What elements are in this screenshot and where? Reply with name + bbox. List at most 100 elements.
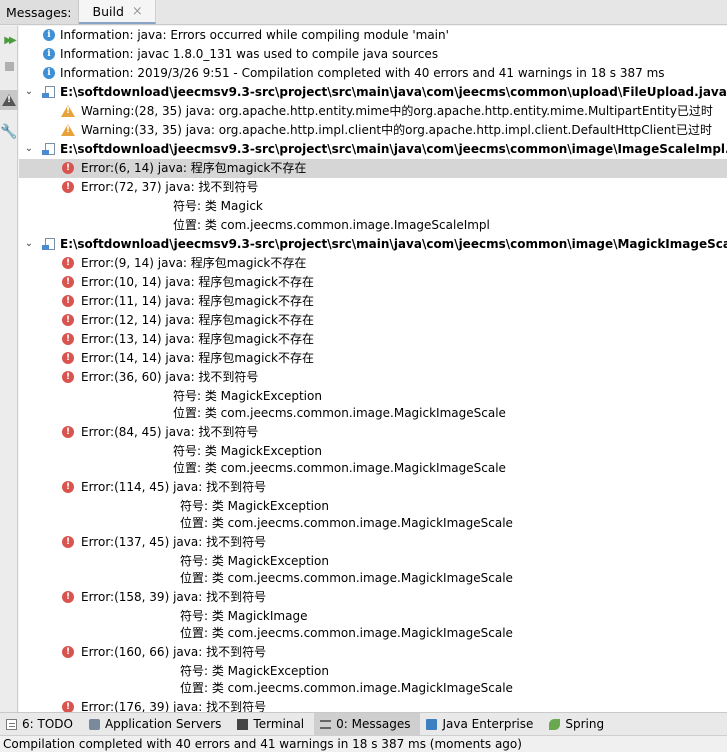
- error-message[interactable]: ! Error:(14, 14) java: 程序包magick不存在: [19, 349, 727, 368]
- message-text: Error:(158, 39) java: 找不到符号: [81, 590, 267, 604]
- message-text: Error:(36, 60) java: 找不到符号: [81, 370, 259, 384]
- error-message[interactable]: ! Error:(12, 14) java: 程序包magick不存在: [19, 311, 727, 330]
- error-message[interactable]: ! Error:(9, 14) java: 程序包magick不存在: [19, 254, 727, 273]
- messages-toolbar: ▶▶ 🔧: [0, 26, 18, 712]
- info-icon: i: [43, 48, 55, 60]
- message-text: 符号: 类 Magick: [173, 199, 263, 213]
- error-icon: !: [62, 481, 74, 493]
- error-detail[interactable]: 符号: 类 MagickException: [19, 497, 727, 514]
- stop-button[interactable]: [0, 56, 18, 76]
- error-message[interactable]: ! Error:(36, 60) java: 找不到符号: [19, 368, 727, 387]
- error-message[interactable]: ! Error:(137, 45) java: 找不到符号: [19, 533, 727, 552]
- error-message[interactable]: ! Error:(84, 45) java: 找不到符号: [19, 423, 727, 442]
- show-warnings-button[interactable]: [0, 90, 18, 110]
- error-message[interactable]: ! Error:(160, 66) java: 找不到符号: [19, 643, 727, 662]
- tab-build[interactable]: Build ×: [78, 0, 156, 24]
- info-icon: i: [43, 67, 55, 79]
- error-detail[interactable]: 位置: 类 com.jeecms.common.image.MagickImag…: [19, 459, 727, 476]
- warning-message[interactable]: Warning:(33, 35) java: org.apache.http.i…: [19, 121, 727, 140]
- tool-tab-todo[interactable]: 6: TODO: [0, 713, 83, 735]
- error-detail[interactable]: 位置: 类 com.jeecms.common.image.MagickImag…: [19, 624, 727, 641]
- error-icon: !: [62, 646, 74, 658]
- tool-tab-spring[interactable]: Spring: [543, 713, 614, 735]
- message-text: 位置: 类 com.jeecms.common.image.MagickImag…: [173, 406, 506, 420]
- messages-label: Messages:: [0, 0, 79, 24]
- message-text: Error:(72, 37) java: 找不到符号: [81, 180, 259, 194]
- info-message[interactable]: i Information: javac 1.8.0_131 was used t…: [19, 45, 727, 64]
- tool-tab-label: Spring: [565, 717, 605, 731]
- warning-message[interactable]: Warning:(28, 35) java: org.apache.http.e…: [19, 102, 727, 121]
- tool-tab-label: Application Servers: [104, 717, 222, 731]
- message-text: Error:(160, 66) java: 找不到符号: [81, 645, 267, 659]
- error-message[interactable]: ! Error:(72, 37) java: 找不到符号: [19, 178, 727, 197]
- error-detail[interactable]: 符号: 类 Magick: [19, 197, 727, 216]
- message-text: 位置: 类 com.jeecms.common.image.ImageScale…: [173, 218, 490, 232]
- tool-tab-label: Terminal: [253, 717, 305, 731]
- messages-icon: [320, 719, 332, 729]
- message-text: Information: java: Errors occurred while…: [60, 28, 449, 42]
- error-icon: !: [62, 295, 74, 307]
- message-text: Information: javac 1.8.0_131 was used to…: [60, 47, 439, 61]
- tool-tab-java-enterprise[interactable]: Java Enterprise: [420, 713, 543, 735]
- error-detail[interactable]: 符号: 类 MagickException: [19, 552, 727, 569]
- error-message[interactable]: ! Error:(6, 14) java: 程序包magick不存在: [19, 159, 727, 178]
- message-text: 位置: 类 com.jeecms.common.image.MagickImag…: [180, 681, 513, 695]
- file-node[interactable]: ⌄ E:\softdownload\jeecmsv9.3-src\project\…: [19, 83, 727, 102]
- chevron-down-icon[interactable]: ⌄: [22, 237, 36, 251]
- rerun-button[interactable]: ▶▶: [0, 30, 18, 50]
- message-text: Error:(6, 14) java: 程序包magick不存在: [81, 161, 307, 175]
- message-text: 符号: 类 MagickException: [173, 389, 322, 403]
- file-node[interactable]: ⌄ E:\softdownload\jeecmsv9.3-src\project\…: [19, 140, 727, 159]
- tool-tab-terminal[interactable]: Terminal: [231, 713, 314, 735]
- message-text: 位置: 类 com.jeecms.common.image.MagickImag…: [173, 461, 506, 475]
- chevron-down-icon[interactable]: ⌄: [22, 85, 36, 99]
- message-text: Information: 2019/3/26 9:51 - Compilatio…: [60, 66, 665, 80]
- terminal-icon: [237, 718, 249, 730]
- info-message[interactable]: i Information: java: Errors occurred whil…: [19, 26, 727, 45]
- tool-tab-label: 0: Messages: [336, 717, 411, 731]
- tool-tab-server[interactable]: Application Servers: [83, 713, 231, 735]
- error-message[interactable]: ! Error:(10, 14) java: 程序包magick不存在: [19, 273, 727, 292]
- error-detail[interactable]: 位置: 类 com.jeecms.common.image.MagickImag…: [19, 514, 727, 531]
- java-file-icon: [42, 143, 56, 156]
- message-text: Error:(14, 14) java: 程序包magick不存在: [81, 351, 314, 365]
- tool-tab-messages[interactable]: 0: Messages: [314, 713, 421, 735]
- error-detail[interactable]: 符号: 类 MagickException: [19, 387, 727, 404]
- error-detail[interactable]: 符号: 类 MagickException: [19, 442, 727, 459]
- java-file-icon: [42, 86, 56, 99]
- message-text: E:\softdownload\jeecmsv9.3-src\project\s…: [60, 237, 727, 251]
- info-icon: i: [43, 29, 55, 41]
- close-icon[interactable]: ×: [132, 5, 143, 18]
- message-text: 符号: 类 MagickImage: [180, 609, 308, 623]
- info-message[interactable]: i Information: 2019/3/26 9:51 - Compilati…: [19, 64, 727, 83]
- error-icon: !: [62, 426, 74, 438]
- error-detail[interactable]: 位置: 类 com.jeecms.common.image.MagickImag…: [19, 404, 727, 421]
- messages-header: Messages: Build ×: [0, 0, 727, 25]
- settings-button[interactable]: 🔧: [0, 122, 18, 142]
- error-message[interactable]: ! Error:(158, 39) java: 找不到符号: [19, 588, 727, 607]
- chevron-down-icon[interactable]: ⌄: [22, 142, 36, 156]
- todo-icon: [6, 718, 17, 730]
- error-message[interactable]: ! Error:(11, 14) java: 程序包magick不存在: [19, 292, 727, 311]
- stop-icon: [4, 61, 14, 71]
- file-node[interactable]: ⌄ E:\softdownload\jeecmsv9.3-src\project\…: [19, 235, 727, 254]
- message-text: 位置: 类 com.jeecms.common.image.MagickImag…: [180, 571, 513, 585]
- error-detail[interactable]: 位置: 类 com.jeecms.common.image.MagickImag…: [19, 679, 727, 696]
- status-bar: Compilation completed with 40 errors and…: [0, 735, 727, 752]
- error-detail[interactable]: 位置: 类 com.jeecms.common.image.ImageScale…: [19, 216, 727, 235]
- message-text: 符号: 类 MagickException: [180, 664, 329, 678]
- error-detail[interactable]: 符号: 类 MagickImage: [19, 607, 727, 624]
- error-message[interactable]: ! Error:(176, 39) java: 找不到符号: [19, 698, 727, 712]
- error-detail[interactable]: 符号: 类 MagickException: [19, 662, 727, 679]
- message-text: Warning:(28, 35) java: org.apache.http.e…: [81, 104, 713, 118]
- error-message[interactable]: ! Error:(114, 45) java: 找不到符号: [19, 478, 727, 497]
- error-icon: !: [62, 314, 74, 326]
- tool-tab-label: Java Enterprise: [442, 717, 534, 731]
- error-message[interactable]: ! Error:(13, 14) java: 程序包magick不存在: [19, 330, 727, 349]
- java-enterprise-icon: [426, 718, 438, 730]
- error-detail[interactable]: 位置: 类 com.jeecms.common.image.MagickImag…: [19, 569, 727, 586]
- warning-icon: [61, 124, 75, 136]
- messages-tree[interactable]: i Information: java: Errors occurred whil…: [19, 26, 727, 712]
- message-text: 符号: 类 MagickException: [173, 444, 322, 458]
- message-text: Error:(84, 45) java: 找不到符号: [81, 425, 259, 439]
